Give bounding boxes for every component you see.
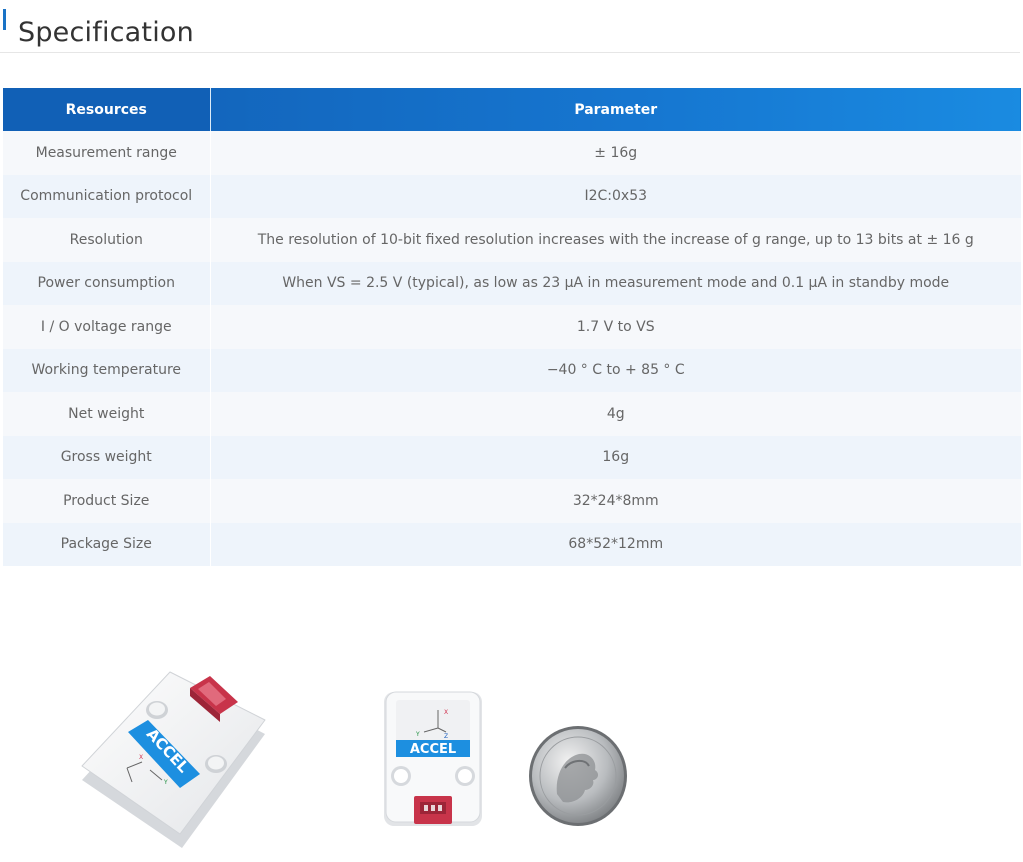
table-row: Gross weight 16g [3, 435, 1021, 479]
table-row: Measurement range ± 16g [3, 131, 1021, 175]
row-key: I / O voltage range [3, 305, 211, 349]
front-axis-z-label: Z [444, 733, 448, 740]
row-key: Working temperature [3, 348, 211, 392]
table-row: Power consumption When VS = 2.5 V (typic… [3, 261, 1021, 305]
table-row: Resolution The resolution of 10-bit fixe… [3, 218, 1021, 262]
column-header-parameter: Parameter [210, 88, 1021, 131]
table-row: Package Size 68*52*12mm [3, 522, 1021, 566]
row-key: Power consumption [3, 261, 211, 305]
page: Specification Resources Parameter Measur… [0, 0, 1023, 862]
row-value: 68*52*12mm [210, 522, 1021, 566]
front-axis-x-label: X [444, 709, 448, 716]
row-key: Product Size [3, 479, 211, 523]
table-row: Net weight 4g [3, 392, 1021, 436]
table-row: I / O voltage range 1.7 V to VS [3, 305, 1021, 349]
table-row: Working temperature −40 ° C to + 85 ° C [3, 348, 1021, 392]
row-key: Net weight [3, 392, 211, 436]
row-value: The resolution of 10-bit fixed resolutio… [210, 218, 1021, 262]
table-row: Communication protocol I2C:0x53 [3, 174, 1021, 218]
section-header: Specification [0, 0, 1020, 53]
row-value: 1.7 V to VS [210, 305, 1021, 349]
spec-table: Resources Parameter Measurement range ± … [3, 88, 1021, 566]
row-key: Resolution [3, 218, 211, 262]
title-accent-bar [3, 9, 6, 30]
row-key: Gross weight [3, 435, 211, 479]
axis-y-label: Y [163, 779, 168, 786]
front-axis-y-label: Y [415, 731, 420, 738]
row-value: 4g [210, 392, 1021, 436]
row-value: 16g [210, 435, 1021, 479]
row-key: Measurement range [3, 131, 211, 175]
table-row: Product Size 32*24*8mm [3, 479, 1021, 523]
module-angled-photo: ACCEL X Y [81, 671, 266, 848]
front-module-label-text: ACCEL [410, 742, 456, 757]
row-value: When VS = 2.5 V (typical), as low as 23 … [210, 261, 1021, 305]
row-key: Package Size [3, 522, 211, 566]
page-title: Specification [18, 17, 194, 49]
row-value: ± 16g [210, 131, 1021, 175]
row-value: I2C:0x53 [210, 174, 1021, 218]
row-value: −40 ° C to + 85 ° C [210, 348, 1021, 392]
module-front-photo: X Y Z ACCEL [384, 691, 482, 826]
quarter-coin-photo [529, 726, 627, 826]
axis-x-label: X [139, 754, 143, 761]
column-header-resources: Resources [3, 88, 211, 131]
row-value: 32*24*8mm [210, 479, 1021, 523]
row-key: Communication protocol [3, 174, 211, 218]
table-header-row: Resources Parameter [3, 88, 1021, 131]
